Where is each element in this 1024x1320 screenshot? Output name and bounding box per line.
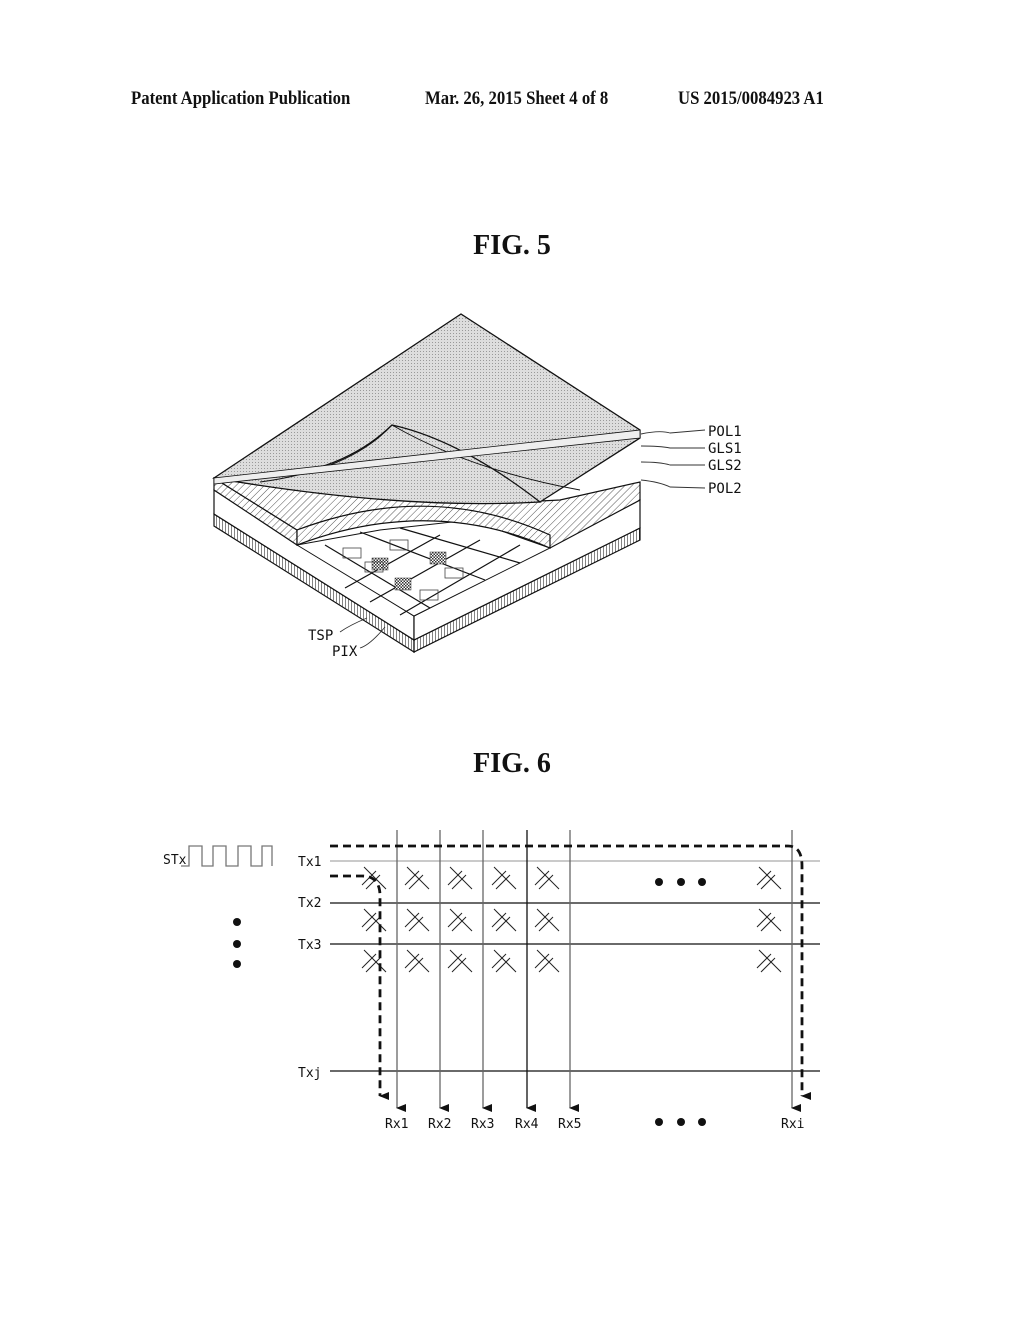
mutual-capacitor-icon <box>491 908 517 932</box>
mutual-capacitor-icon <box>361 908 387 932</box>
column-ellipsis-bottom <box>655 1118 706 1126</box>
mutual-capacitor-icon <box>404 908 430 932</box>
mutual-capacitor-icon <box>491 866 517 890</box>
signal-path-long <box>330 844 811 1100</box>
rx2-label: Rx2 <box>428 1117 451 1132</box>
mutual-capacitor-icon <box>756 908 782 932</box>
mutual-capacitor-icon <box>491 949 517 973</box>
column-ellipsis-top <box>655 878 706 886</box>
vertical-ellipsis <box>233 918 241 968</box>
mutual-capacitor-icon <box>756 949 782 973</box>
mutual-capacitor-icon <box>447 908 473 932</box>
mutual-capacitor-icon <box>534 866 560 890</box>
tx2-label: Tx2 <box>298 896 321 911</box>
tx1-label: Tx1 <box>298 855 321 870</box>
stx-pulse-waveform <box>181 845 273 867</box>
rx5-label: Rx5 <box>558 1117 581 1132</box>
rx3-label: Rx3 <box>471 1117 494 1132</box>
rx4-label: Rx4 <box>515 1117 539 1132</box>
mutual-capacitor-icon <box>534 949 560 973</box>
signal-path-short <box>330 874 389 1100</box>
mutual-capacitor-icon <box>534 908 560 932</box>
mutual-capacitor-icon <box>404 949 430 973</box>
mutual-capacitor-icon <box>361 949 387 973</box>
mutual-capacitor-icon <box>756 866 782 890</box>
mutual-capacitor-icon <box>447 949 473 973</box>
txj-label: Txj <box>298 1066 321 1081</box>
tx3-label: Tx3 <box>298 938 321 953</box>
mutual-capacitor-icon <box>404 866 430 890</box>
rxi-label: Rxi <box>781 1117 804 1132</box>
mutual-capacitor-icon <box>447 866 473 890</box>
fig6-drawing: STx Tx1 Tx2 Tx3 Txj Rx1 Rx2 Rx3 Rx4 Rx5 … <box>163 830 820 1132</box>
rx1-label: Rx1 <box>385 1117 408 1132</box>
